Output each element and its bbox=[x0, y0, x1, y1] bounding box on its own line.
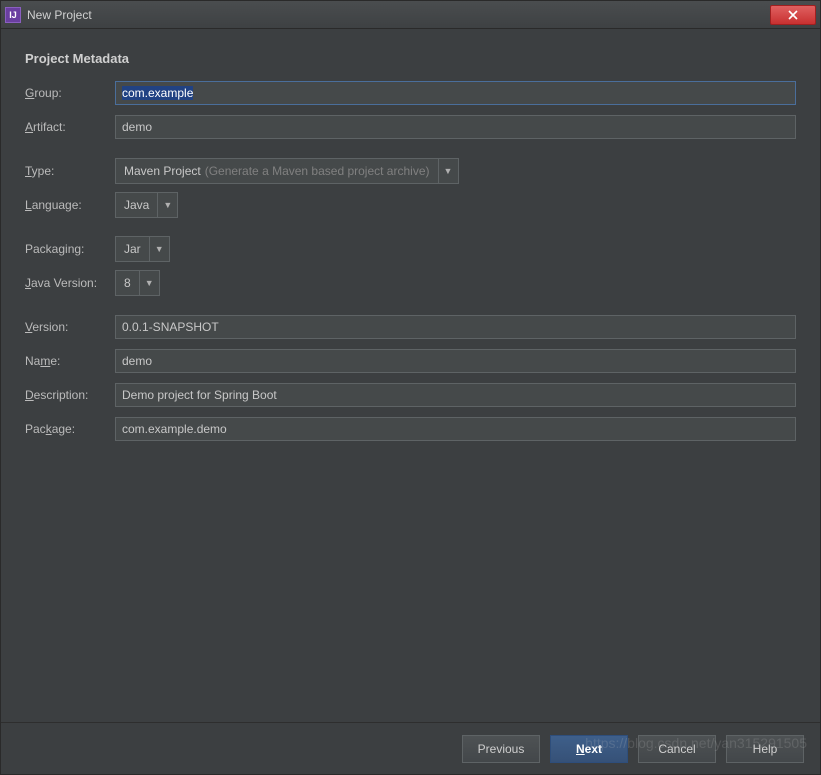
label-language: Language: bbox=[25, 198, 115, 212]
label-description: Description: bbox=[25, 388, 115, 402]
app-icon: IJ bbox=[5, 7, 21, 23]
version-field[interactable] bbox=[115, 315, 796, 339]
name-field[interactable] bbox=[115, 349, 796, 373]
previous-button[interactable]: Previous bbox=[462, 735, 540, 763]
label-version: Version: bbox=[25, 320, 115, 334]
row-java-version: Java Version: 8 ▼ bbox=[25, 270, 796, 296]
java-version-value: 8 bbox=[116, 271, 139, 295]
package-field[interactable] bbox=[115, 417, 796, 441]
row-version: Version: bbox=[25, 314, 796, 340]
row-description: Description: bbox=[25, 382, 796, 408]
type-value: Maven Project (Generate a Maven based pr… bbox=[116, 159, 438, 183]
language-dropdown[interactable]: Java ▼ bbox=[115, 192, 178, 218]
label-artifact: Artifact: bbox=[25, 120, 115, 134]
row-packaging: Packaging: Jar ▼ bbox=[25, 236, 796, 262]
form: Group: Artifact: Type: Maven Project (Ge… bbox=[25, 80, 796, 442]
chevron-down-icon: ▼ bbox=[157, 193, 177, 217]
packaging-value: Jar bbox=[116, 237, 149, 261]
new-project-dialog: IJ New Project Project Metadata Group: A… bbox=[0, 0, 821, 775]
chevron-down-icon: ▼ bbox=[139, 271, 159, 295]
label-name: Name: bbox=[25, 354, 115, 368]
cancel-button[interactable]: Cancel bbox=[638, 735, 716, 763]
type-text: Maven Project bbox=[124, 164, 201, 178]
language-value: Java bbox=[116, 193, 157, 217]
section-title: Project Metadata bbox=[25, 51, 796, 66]
group-field[interactable] bbox=[115, 81, 796, 105]
row-group: Group: bbox=[25, 80, 796, 106]
artifact-field[interactable] bbox=[115, 115, 796, 139]
titlebar[interactable]: IJ New Project bbox=[1, 1, 820, 29]
close-icon bbox=[788, 10, 798, 20]
row-package: Package: bbox=[25, 416, 796, 442]
window-title: New Project bbox=[27, 8, 770, 22]
next-button[interactable]: Next bbox=[550, 735, 628, 763]
label-packaging: Packaging: bbox=[25, 242, 115, 256]
type-hint: (Generate a Maven based project archive) bbox=[205, 164, 430, 178]
java-version-dropdown[interactable]: 8 ▼ bbox=[115, 270, 160, 296]
help-button[interactable]: Help bbox=[726, 735, 804, 763]
dialog-content: Project Metadata Group: Artifact: Type: … bbox=[1, 29, 820, 722]
label-package: Package: bbox=[25, 422, 115, 436]
chevron-down-icon: ▼ bbox=[438, 159, 458, 183]
label-group: Group: bbox=[25, 86, 115, 100]
type-dropdown[interactable]: Maven Project (Generate a Maven based pr… bbox=[115, 158, 459, 184]
window-controls bbox=[770, 5, 816, 25]
chevron-down-icon: ▼ bbox=[149, 237, 169, 261]
close-button[interactable] bbox=[770, 5, 816, 25]
row-name: Name: bbox=[25, 348, 796, 374]
row-artifact: Artifact: bbox=[25, 114, 796, 140]
label-java-version: Java Version: bbox=[25, 276, 115, 290]
dialog-footer: Previous Next Cancel Help bbox=[1, 722, 820, 774]
packaging-dropdown[interactable]: Jar ▼ bbox=[115, 236, 170, 262]
row-type: Type: Maven Project (Generate a Maven ba… bbox=[25, 158, 796, 184]
row-language: Language: Java ▼ bbox=[25, 192, 796, 218]
label-type: Type: bbox=[25, 164, 115, 178]
description-field[interactable] bbox=[115, 383, 796, 407]
